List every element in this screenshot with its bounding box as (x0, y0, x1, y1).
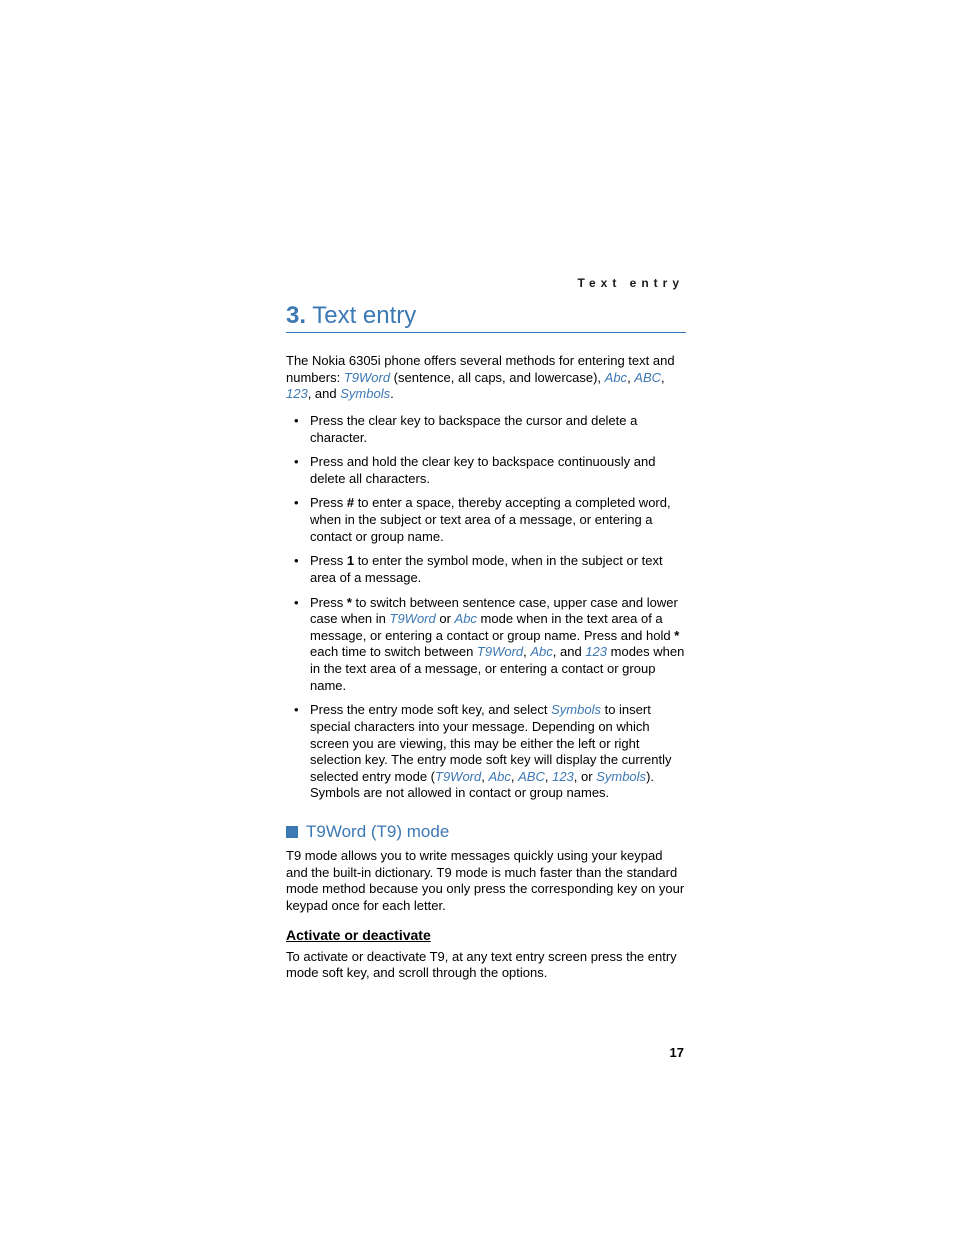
content-area: Text entry 3. Text entry The Nokia 6305i… (286, 276, 686, 994)
link-123-b5[interactable]: 123 (585, 644, 607, 659)
intro-after-t9: (sentence, all caps, and lowercase), (390, 370, 605, 385)
b5-or: or (436, 611, 455, 626)
link-t9word-b5a[interactable]: T9Word (390, 611, 436, 626)
link-t9word[interactable]: T9Word (344, 370, 390, 385)
b5-star2: * (674, 628, 679, 643)
b6-s4: , or (574, 769, 596, 784)
square-bullet-icon (286, 826, 298, 838)
section-heading-t9word: T9Word (T9) mode (286, 822, 686, 842)
b6-pre: Press the entry mode soft key, and selec… (310, 702, 551, 717)
bullet-item-3: Press # to enter a space, thereby accept… (286, 495, 686, 545)
b3-pre: Press (310, 495, 347, 510)
section-paragraph: T9 mode allows you to write messages qui… (286, 848, 686, 915)
link-abc-b6[interactable]: Abc (488, 769, 510, 784)
bullet-item-2: Press and hold the clear key to backspac… (286, 454, 686, 487)
link-symbols-b6a[interactable]: Symbols (551, 702, 601, 717)
page-number: 17 (670, 1045, 684, 1060)
running-header: Text entry (286, 276, 686, 290)
bullet-item-6: Press the entry mode soft key, and selec… (286, 702, 686, 802)
b5-mid3: each time to switch between (310, 644, 477, 659)
subsection-heading-activate: Activate or deactivate (286, 927, 686, 943)
chapter-title: Text entry (312, 302, 416, 329)
b5-pre: Press (310, 595, 347, 610)
intro-sep2: , (661, 370, 665, 385)
bullet-item-4: Press 1 to enter the symbol mode, when i… (286, 553, 686, 586)
bullet-item-1: Press the clear key to backspace the cur… (286, 413, 686, 446)
link-abc-caps-b6[interactable]: ABC (518, 769, 545, 784)
b4-one: 1 (347, 553, 354, 568)
subsection-paragraph: To activate or deactivate T9, at any tex… (286, 949, 686, 982)
b4-pre: Press (310, 553, 347, 568)
section-title: T9Word (T9) mode (306, 822, 449, 842)
link-abc-b5a[interactable]: Abc (455, 611, 477, 626)
link-123-b6[interactable]: 123 (552, 769, 574, 784)
link-123[interactable]: 123 (286, 386, 308, 401)
b3-post: to enter a space, thereby accepting a co… (310, 495, 671, 543)
intro-paragraph: The Nokia 6305i phone offers several met… (286, 353, 686, 403)
bullet-item-5: Press * to switch between sentence case,… (286, 595, 686, 695)
link-t9word-b6[interactable]: T9Word (435, 769, 481, 784)
link-abc-b5b[interactable]: Abc (530, 644, 552, 659)
chapter-number: 3. (286, 302, 306, 329)
intro-sep3: , and (308, 386, 341, 401)
b6-s3: , (545, 769, 552, 784)
bullet-list: Press the clear key to backspace the cur… (286, 413, 686, 802)
link-abc-caps[interactable]: ABC (634, 370, 661, 385)
page-container: Text entry 3. Text entry The Nokia 6305i… (0, 0, 954, 1235)
b4-post: to enter the symbol mode, when in the su… (310, 553, 663, 585)
b3-hash: # (347, 495, 354, 510)
b5-sep2: , and (553, 644, 586, 659)
link-abc-mixed[interactable]: Abc (605, 370, 627, 385)
link-t9word-b5b[interactable]: T9Word (477, 644, 523, 659)
intro-period: . (390, 386, 394, 401)
chapter-heading: 3. Text entry (286, 302, 686, 333)
link-symbols[interactable]: Symbols (340, 386, 390, 401)
link-symbols-b6b[interactable]: Symbols (596, 769, 646, 784)
